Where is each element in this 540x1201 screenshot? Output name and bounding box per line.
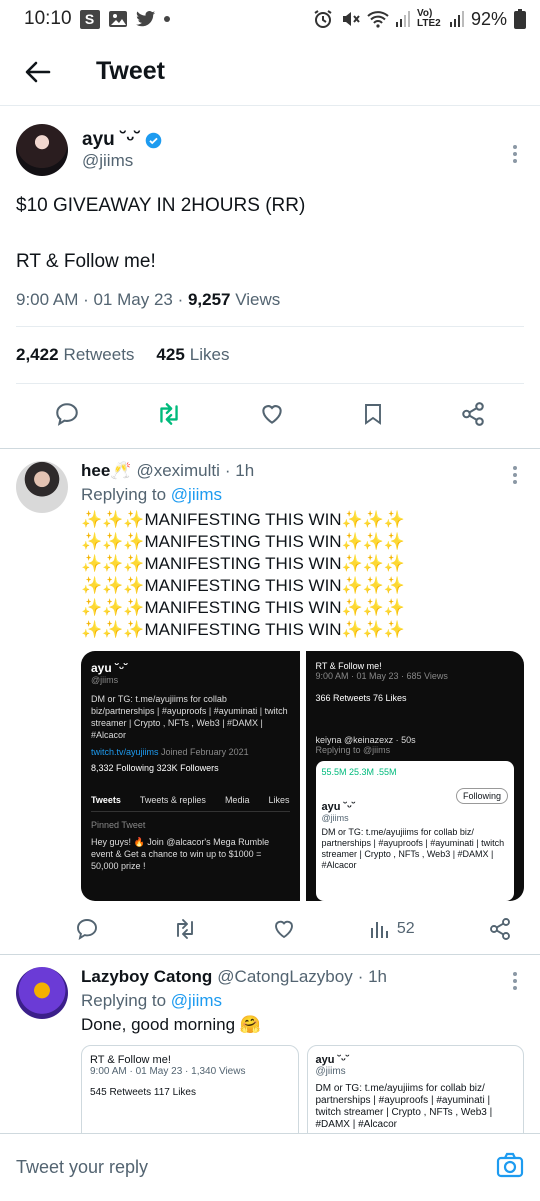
- network-label: Vo) LTE2: [416, 8, 441, 29]
- avatar[interactable]: [16, 124, 68, 176]
- twitter-bird-icon: [135, 10, 156, 28]
- reply-icon[interactable]: [54, 401, 80, 432]
- reply-author-handle: @xeximulti: [136, 461, 220, 480]
- reply-author[interactable]: Lazyboy Catong @CatongLazyboy · 1h: [81, 967, 524, 987]
- reply-actions: 52: [75, 901, 524, 957]
- more-options-icon[interactable]: [512, 465, 518, 490]
- reply-tweet[interactable]: Lazyboy Catong @CatongLazyboy · 1h Reply…: [0, 955, 540, 1155]
- tweet-meta: 9:00 AM · 01 May 23 · 9,257 Views: [16, 290, 524, 326]
- reply-author-handle: @CatongLazyboy: [217, 967, 353, 986]
- like-heart-icon[interactable]: [259, 401, 285, 432]
- likes-stat[interactable]: 425 Likes: [156, 345, 229, 365]
- signal-icon: [395, 11, 410, 27]
- tweet-text: $10 GIVEAWAY IN 2HOURS (RR) RT & Follow …: [16, 195, 306, 272]
- verified-badge-icon: [145, 132, 162, 149]
- avatar[interactable]: [16, 461, 68, 513]
- views-count: 52: [396, 920, 415, 937]
- retweet-icon[interactable]: [172, 917, 198, 941]
- reply-author-name: Lazyboy Catong: [81, 967, 213, 986]
- avatar[interactable]: [16, 967, 68, 1019]
- media-image-left[interactable]: ayu ˘ᵕ˘ @jiims DM or TG: t.me/ayujiims f…: [81, 651, 300, 901]
- alarm-icon: [313, 9, 333, 29]
- tweet-actions: [16, 384, 524, 448]
- author-name[interactable]: ayu ˘ᵕ˘: [82, 129, 162, 151]
- replying-to: Replying to @jiims: [81, 991, 223, 1010]
- views-button[interactable]: 52: [369, 918, 415, 940]
- battery-icon: [514, 9, 526, 29]
- arrow-left-icon: [25, 61, 51, 82]
- author-display-name: ayu ˘ᵕ˘: [82, 129, 141, 150]
- reply-tweet[interactable]: hee🥂 @xeximulti · 1h Replying to @jiims …: [0, 449, 540, 954]
- replying-to: Replying to @jiims: [81, 485, 223, 504]
- retweets-stat[interactable]: 2,422 Retweets: [16, 345, 134, 365]
- dot-icon: [163, 16, 170, 22]
- mute-icon: [340, 9, 360, 29]
- status-time: 10:10: [24, 8, 72, 29]
- reply-age: · 1h: [357, 967, 387, 986]
- bookmark-icon[interactable]: [361, 401, 385, 432]
- reply-text: Done, good morning 🤗: [81, 1015, 261, 1034]
- engagement-stats: 2,422 Retweets 425 Likes: [16, 327, 524, 383]
- top-app-bar: Tweet: [0, 38, 540, 106]
- page-title: Tweet: [96, 57, 165, 85]
- more-options-icon[interactable]: [512, 144, 518, 169]
- share-icon[interactable]: [460, 401, 486, 432]
- replying-to-link[interactable]: @jiims: [171, 991, 222, 1010]
- status-bar: 10:10 S Vo) LTE2 92%: [0, 0, 540, 38]
- reply-text: ✨✨✨MANIFESTING THIS WIN✨✨✨ ✨✨✨MANIFESTIN…: [81, 510, 406, 639]
- reply-media[interactable]: ayu ˘ᵕ˘ @jiims DM or TG: t.me/ayujiims f…: [81, 651, 524, 901]
- gallery-icon: [108, 10, 128, 28]
- wifi-icon: [367, 10, 389, 28]
- reply-author[interactable]: hee🥂 @xeximulti · 1h: [81, 461, 524, 481]
- media-image-right[interactable]: RT & Follow me! 9:00 AM · 01 May 23 · 68…: [305, 651, 524, 901]
- more-options-icon[interactable]: [512, 971, 518, 996]
- views-count: 9,257: [187, 290, 231, 309]
- author-handle[interactable]: @jiims: [82, 151, 162, 171]
- back-button[interactable]: [22, 56, 54, 88]
- share-icon[interactable]: [488, 917, 512, 941]
- s-app-icon: S: [79, 9, 100, 29]
- retweet-icon[interactable]: [155, 401, 183, 432]
- reply-age: · 1h: [224, 461, 255, 480]
- replying-to-link[interactable]: @jiims: [171, 485, 222, 504]
- reply-icon[interactable]: [75, 917, 99, 941]
- views-label: Views: [230, 290, 281, 309]
- main-tweet: ayu ˘ᵕ˘ @jiims $10 GIVEAWAY IN 2HOURS (R…: [0, 106, 540, 448]
- signal-icon-2: [449, 11, 464, 27]
- tweet-time: 9:00 AM · 01 May 23 ·: [16, 290, 188, 309]
- camera-icon[interactable]: [496, 1152, 524, 1183]
- like-heart-icon[interactable]: [272, 917, 296, 941]
- battery-percent: 92%: [470, 8, 507, 29]
- reply-input[interactable]: Tweet your reply: [16, 1157, 148, 1178]
- analytics-icon: [370, 922, 388, 938]
- reply-author-name: hee🥂: [81, 461, 132, 480]
- reply-composer: Tweet your reply: [0, 1133, 540, 1201]
